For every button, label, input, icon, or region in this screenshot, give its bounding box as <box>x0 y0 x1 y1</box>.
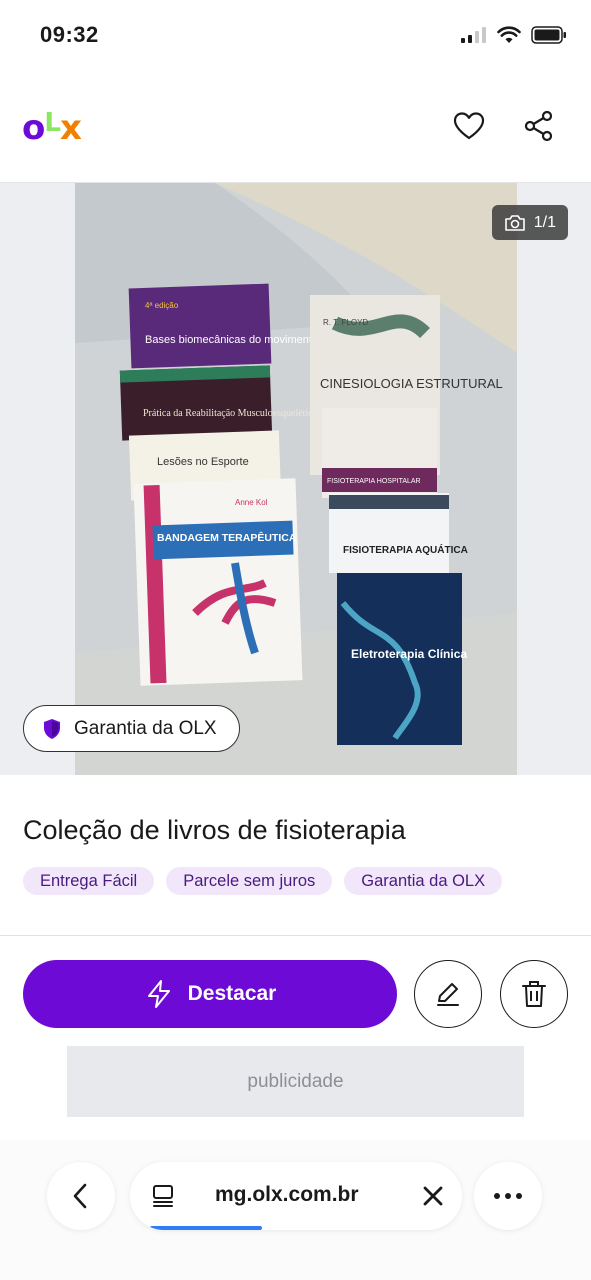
shield-icon <box>44 718 60 739</box>
close-icon[interactable] <box>418 1181 448 1211</box>
more-icon <box>494 1193 522 1199</box>
share-button[interactable] <box>519 106 559 146</box>
listing-title: Coleção de livros de fisioterapia <box>23 815 406 845</box>
delete-button[interactable] <box>500 960 568 1028</box>
tag-entrega-facil[interactable]: Entrega Fácil <box>23 867 155 895</box>
books-illustration: Bases biomecânicas do movimento humano 4… <box>75 183 517 775</box>
battery-icon <box>531 26 566 44</box>
book-7-title: FISIOTERAPIA AQUÁTICA <box>343 543 468 556</box>
lightning-icon <box>147 980 170 1008</box>
tag-parcele-sem-juros[interactable]: Parcele sem juros <box>166 867 333 895</box>
wifi-icon <box>497 26 521 43</box>
browser-toolbar: mg.olx.com.br <box>0 1140 591 1280</box>
book-2-title: Prática da Reabilitação Musculoesqueléti… <box>143 408 318 419</box>
heart-icon <box>453 112 485 140</box>
book-5-author: R. T. FLOYD <box>323 318 368 327</box>
book-6-title: FISIOTERAPIA HOSPITALAR <box>327 478 421 485</box>
book-3-title: Lesões no Esporte <box>157 456 249 468</box>
pencil-icon <box>437 983 459 1006</box>
content-divider <box>0 935 591 936</box>
photo-counter: 1/1 <box>491 205 568 240</box>
favorite-button[interactable] <box>449 106 489 146</box>
ad-placeholder: publicidade <box>67 1046 524 1117</box>
status-bar: 09:32 <box>0 0 591 70</box>
share-icon <box>524 110 553 142</box>
photo-counter-text: 1/1 <box>533 213 556 231</box>
book-5-title: CINESIOLOGIA ESTRUTURAL <box>320 376 503 391</box>
url-text: mg.olx.com.br <box>215 1183 359 1206</box>
book-1-edition: 4ª edição <box>145 301 179 310</box>
olx-logo[interactable]: oLx <box>22 108 82 148</box>
highlight-label: Destacar <box>187 982 277 1005</box>
listing-photo[interactable]: Bases biomecânicas do movimento humano 4… <box>75 183 517 775</box>
status-icons <box>461 26 567 44</box>
book-8-title: Eletroterapia Clínica <box>351 647 467 661</box>
guarantee-badge[interactable]: Garantia da OLX <box>23 705 240 752</box>
book-4-author: Anne Kol <box>235 498 268 507</box>
highlight-button[interactable]: Destacar <box>23 960 397 1028</box>
app-header: oLx <box>0 90 591 162</box>
trash-icon <box>522 981 546 1007</box>
edit-button[interactable] <box>414 960 482 1028</box>
signal-icon <box>461 27 486 43</box>
photo-gallery[interactable]: Bases biomecânicas do movimento humano 4… <box>0 183 591 775</box>
chevron-left-icon <box>73 1183 87 1209</box>
back-button[interactable] <box>47 1162 115 1230</box>
status-time: 09:32 <box>40 22 99 47</box>
camera-icon <box>504 214 525 231</box>
ad-label: publicidade <box>247 1070 344 1092</box>
tag-garantia-olx[interactable]: Garantia da OLX <box>344 867 503 895</box>
load-progress <box>150 1226 262 1230</box>
listing-tags: Entrega Fácil Parcele sem juros Garantia… <box>23 867 503 895</box>
tab-overview-icon <box>153 1185 173 1207</box>
book-4-title: BANDAGEM TERAPÊUTICA <box>157 531 297 544</box>
more-button[interactable] <box>474 1162 542 1230</box>
address-bar[interactable]: mg.olx.com.br <box>130 1162 462 1230</box>
guarantee-label: Garantia da OLX <box>74 717 217 739</box>
